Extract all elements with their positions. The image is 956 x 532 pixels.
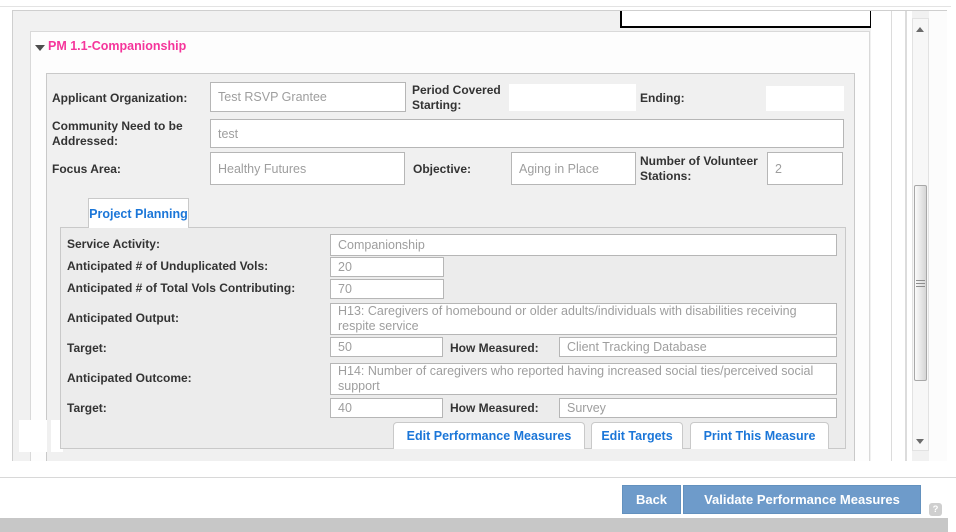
scroll-right-gutter [929,11,947,461]
output-target-label: Target: [67,341,107,356]
focused-element-outline[interactable] [620,11,872,28]
validate-performance-measures-button[interactable]: Validate Performance Measures [683,485,921,514]
unduplicated-vols-field[interactable]: 20 [330,257,444,277]
outcome-target-field[interactable]: 40 [330,398,443,418]
screen: PM 1.1-Companionship Applicant Organizat… [0,0,956,532]
objective-label: Objective: [413,162,471,177]
container-edge-line [891,11,892,461]
anticipated-output-field[interactable]: H13: Caregivers of homebound or older ad… [330,303,837,335]
period-covered-starting-label: Period Covered Starting: [412,83,512,113]
tab-project-planning[interactable]: Project Planning [88,198,189,228]
outcome-target-label: Target: [67,401,107,416]
output-how-measured-label: How Measured: [450,341,539,356]
collapse-triangle-icon[interactable] [35,45,45,51]
volunteer-stations-label: Number of Volunteer Stations: [640,154,762,184]
service-activity-field[interactable]: Companionship [330,234,837,256]
outcome-how-measured-label: How Measured: [450,401,539,416]
output-target-field[interactable]: 50 [330,337,443,357]
community-need-field[interactable]: test [210,119,844,148]
anticipated-outcome-field[interactable]: H14: Number of caregivers who reported h… [330,363,837,395]
objective-field[interactable]: Aging in Place [511,152,636,185]
top-divider [0,6,951,7]
back-button[interactable]: Back [622,485,681,514]
scroll-down-icon[interactable] [916,439,924,444]
footer-bar [0,518,948,532]
applicant-organization-label: Applicant Organization: [52,91,187,106]
focus-area-field[interactable]: Healthy Futures [210,152,405,185]
footer-divider [0,477,956,478]
edit-targets-button[interactable]: Edit Targets [591,422,683,449]
pm-section-title: PM 1.1-Companionship [48,39,186,53]
outcome-how-measured-field[interactable]: Survey [559,398,837,418]
pm-section-header[interactable]: PM 1.1-Companionship [32,38,432,58]
unduplicated-vols-label: Anticipated # of Unduplicated Vols: [67,259,268,274]
scrollbar-grip-icon [916,280,925,288]
help-icon[interactable]: ? [929,503,942,516]
period-covered-starting-field[interactable] [509,84,636,111]
panel-corner-block [19,420,47,452]
ending-field[interactable] [766,86,844,111]
total-vols-label: Anticipated # of Total Vols Contributing… [67,281,295,296]
total-vols-field[interactable]: 70 [330,279,444,299]
focus-area-label: Focus Area: [52,162,121,177]
scroll-up-icon[interactable] [916,27,924,32]
print-this-measure-button[interactable]: Print This Measure [690,422,829,449]
applicant-organization-field[interactable]: Test RSVP Grantee [210,82,406,112]
volunteer-stations-field[interactable]: 2 [767,152,843,185]
anticipated-outcome-label: Anticipated Outcome: [67,371,192,386]
edit-performance-measures-button[interactable]: Edit Performance Measures [393,422,585,449]
service-activity-label: Service Activity: [67,237,160,252]
output-how-measured-field[interactable]: Client Tracking Database [559,337,837,357]
container-edge-line [905,11,907,461]
anticipated-output-label: Anticipated Output: [67,311,179,326]
ending-label: Ending: [640,91,685,106]
community-need-label: Community Need to be Addressed: [52,119,202,149]
